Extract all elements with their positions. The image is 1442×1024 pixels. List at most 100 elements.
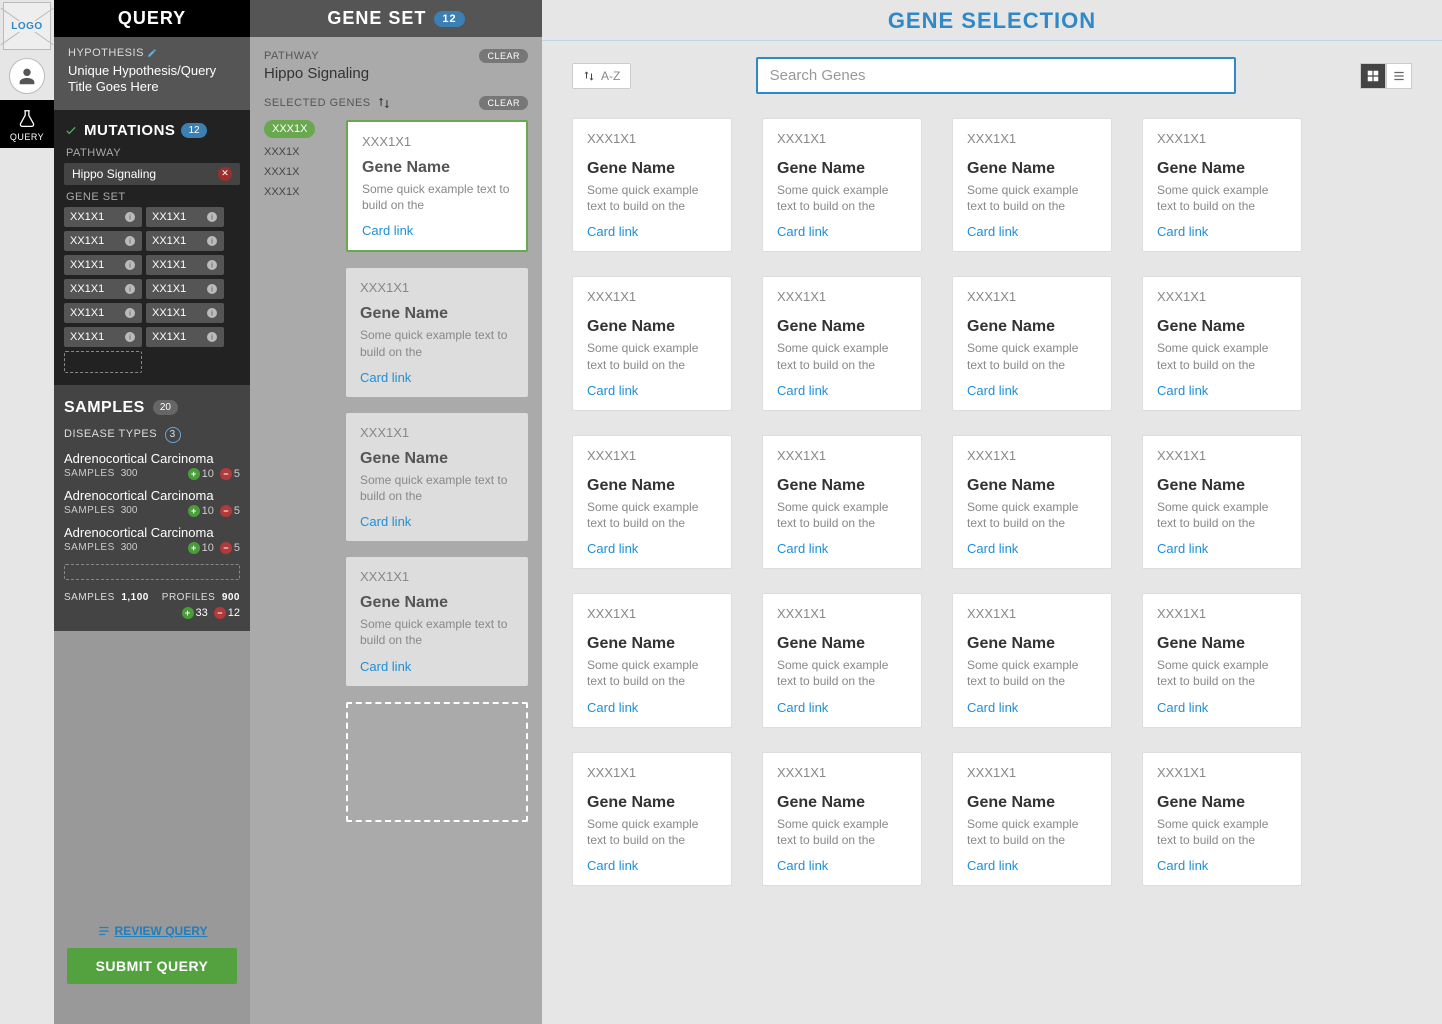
disease-item[interactable]: Adrenocortical CarcinomaSAMPLES300+10−5 — [64, 525, 240, 554]
pathway-chip[interactable]: Hippo Signaling ✕ — [64, 163, 240, 185]
info-icon[interactable]: i — [124, 331, 136, 343]
gene-chip[interactable]: XX1X1i — [146, 231, 224, 251]
gene-card-link[interactable]: Card link — [360, 514, 411, 529]
logo[interactable]: LOGO — [3, 2, 51, 50]
gene-chip[interactable]: XX1X1i — [146, 279, 224, 299]
selected-gene-pill[interactable]: XXX1X — [264, 146, 334, 158]
gene-card-link[interactable]: Card link — [967, 700, 1018, 715]
info-icon[interactable]: i — [206, 211, 218, 223]
sort-control[interactable]: A-Z — [572, 63, 631, 89]
selection-card[interactable]: XXX1X1Gene NameSome quick example text t… — [1142, 752, 1302, 886]
info-icon[interactable]: i — [124, 259, 136, 271]
info-icon[interactable]: i — [206, 307, 218, 319]
add-gene-placeholder[interactable] — [64, 351, 142, 373]
gene-detail-card[interactable]: XXX1X1Gene NameSome quick example text t… — [346, 268, 528, 396]
list-view-button[interactable] — [1386, 63, 1412, 89]
info-icon[interactable]: i — [124, 235, 136, 247]
gene-chip[interactable]: XX1X1i — [64, 231, 142, 251]
selection-card[interactable]: XXX1X1Gene NameSome quick example text t… — [572, 752, 732, 886]
search-input[interactable] — [756, 57, 1236, 94]
info-icon[interactable]: i — [124, 211, 136, 223]
info-icon[interactable]: i — [124, 283, 136, 295]
gene-card-link[interactable]: Card link — [777, 224, 828, 239]
gene-card-link[interactable]: Card link — [360, 659, 411, 674]
selection-card[interactable]: XXX1X1Gene NameSome quick example text t… — [952, 276, 1112, 410]
gene-card-link[interactable]: Card link — [587, 224, 638, 239]
info-icon[interactable]: i — [206, 331, 218, 343]
selection-card[interactable]: XXX1X1Gene NameSome quick example text t… — [952, 118, 1112, 252]
selection-card[interactable]: XXX1X1Gene NameSome quick example text t… — [1142, 593, 1302, 727]
gene-card-link[interactable]: Card link — [1157, 700, 1208, 715]
gene-card-link[interactable]: Card link — [777, 541, 828, 556]
gene-chip[interactable]: XX1X1i — [64, 327, 142, 347]
gene-chip[interactable]: XX1X1i — [64, 303, 142, 323]
selection-card[interactable]: XXX1X1Gene NameSome quick example text t… — [1142, 435, 1302, 569]
gene-card-link[interactable]: Card link — [967, 224, 1018, 239]
gene-card-link[interactable]: Card link — [1157, 858, 1208, 873]
gene-card-link[interactable]: Card link — [587, 700, 638, 715]
gene-card-link[interactable]: Card link — [967, 383, 1018, 398]
selection-card[interactable]: XXX1X1Gene NameSome quick example text t… — [952, 435, 1112, 569]
remove-pathway-icon[interactable]: ✕ — [218, 167, 232, 181]
selected-gene-pill[interactable]: XXX1X — [264, 120, 315, 138]
selection-card[interactable]: XXX1X1Gene NameSome quick example text t… — [1142, 276, 1302, 410]
selection-card[interactable]: XXX1X1Gene NameSome quick example text t… — [762, 276, 922, 410]
clear-genes-button[interactable]: CLEAR — [479, 96, 528, 110]
gene-card-link[interactable]: Card link — [1157, 541, 1208, 556]
gene-chip[interactable]: XX1X1i — [146, 303, 224, 323]
selection-card[interactable]: XXX1X1Gene NameSome quick example text t… — [572, 593, 732, 727]
sort-icon[interactable] — [377, 96, 391, 110]
disease-item[interactable]: Adrenocortical CarcinomaSAMPLES300+10−5 — [64, 451, 240, 480]
gene-card-link[interactable]: Card link — [967, 541, 1018, 556]
info-icon[interactable]: i — [206, 283, 218, 295]
selection-card[interactable]: XXX1X1Gene NameSome quick example text t… — [952, 752, 1112, 886]
grid-view-button[interactable] — [1360, 63, 1386, 89]
gene-detail-card[interactable]: XXX1X1Gene NameSome quick example text t… — [346, 120, 528, 252]
gene-chip[interactable]: XX1X1i — [64, 207, 142, 227]
gene-detail-card[interactable]: XXX1X1Gene NameSome quick example text t… — [346, 557, 528, 685]
edit-icon[interactable] — [147, 48, 157, 58]
selection-card[interactable]: XXX1X1Gene NameSome quick example text t… — [762, 593, 922, 727]
nav-query-tab[interactable]: QUERY — [0, 100, 54, 148]
inbox-icon[interactable] — [173, 994, 191, 1012]
share-icon[interactable] — [113, 994, 131, 1012]
selection-card[interactable]: XXX1X1Gene NameSome quick example text t… — [762, 118, 922, 252]
add-disease-placeholder[interactable] — [64, 564, 240, 580]
selected-gene-pill[interactable]: XXX1X — [264, 166, 334, 178]
submit-query-button[interactable]: SUBMIT QUERY — [67, 948, 237, 984]
clear-pathway-button[interactable]: CLEAR — [479, 49, 528, 63]
gene-card-link[interactable]: Card link — [1157, 383, 1208, 398]
selection-card[interactable]: XXX1X1Gene NameSome quick example text t… — [1142, 118, 1302, 252]
gene-chip[interactable]: XX1X1i — [64, 279, 142, 299]
info-icon[interactable]: i — [206, 235, 218, 247]
selection-card[interactable]: XXX1X1Gene NameSome quick example text t… — [762, 435, 922, 569]
gene-chip[interactable]: XX1X1i — [64, 255, 142, 275]
gene-card-link[interactable]: Card link — [587, 541, 638, 556]
gene-card-link[interactable]: Card link — [777, 858, 828, 873]
gene-card-link[interactable]: Card link — [777, 383, 828, 398]
gene-card-link[interactable]: Card link — [587, 383, 638, 398]
gene-card-link[interactable]: Card link — [360, 370, 411, 385]
selected-gene-pill[interactable]: XXX1X — [264, 186, 334, 198]
info-icon[interactable]: i — [124, 307, 136, 319]
avatar[interactable] — [9, 58, 45, 94]
selection-card[interactable]: XXX1X1Gene NameSome quick example text t… — [572, 435, 732, 569]
gene-card-link[interactable]: Card link — [967, 858, 1018, 873]
selection-card[interactable]: XXX1X1Gene NameSome quick example text t… — [572, 118, 732, 252]
drop-zone[interactable] — [346, 702, 528, 822]
gene-card-link[interactable]: Card link — [777, 700, 828, 715]
selection-card[interactable]: XXX1X1Gene NameSome quick example text t… — [762, 752, 922, 886]
gene-card-link[interactable]: Card link — [1157, 224, 1208, 239]
selection-card[interactable]: XXX1X1Gene NameSome quick example text t… — [572, 276, 732, 410]
gene-chip[interactable]: XX1X1i — [146, 255, 224, 275]
selection-card[interactable]: XXX1X1Gene NameSome quick example text t… — [952, 593, 1112, 727]
gene-card-link[interactable]: Card link — [362, 223, 413, 238]
info-icon[interactable]: i — [206, 259, 218, 271]
disease-item[interactable]: Adrenocortical CarcinomaSAMPLES300+10−5 — [64, 488, 240, 517]
review-query-link[interactable]: REVIEW QUERY — [97, 924, 208, 938]
star-icon[interactable] — [143, 994, 161, 1012]
gene-chip[interactable]: XX1X1i — [146, 327, 224, 347]
gene-chip[interactable]: XX1X1i — [146, 207, 224, 227]
gene-card-link[interactable]: Card link — [587, 858, 638, 873]
gene-detail-card[interactable]: XXX1X1Gene NameSome quick example text t… — [346, 413, 528, 541]
